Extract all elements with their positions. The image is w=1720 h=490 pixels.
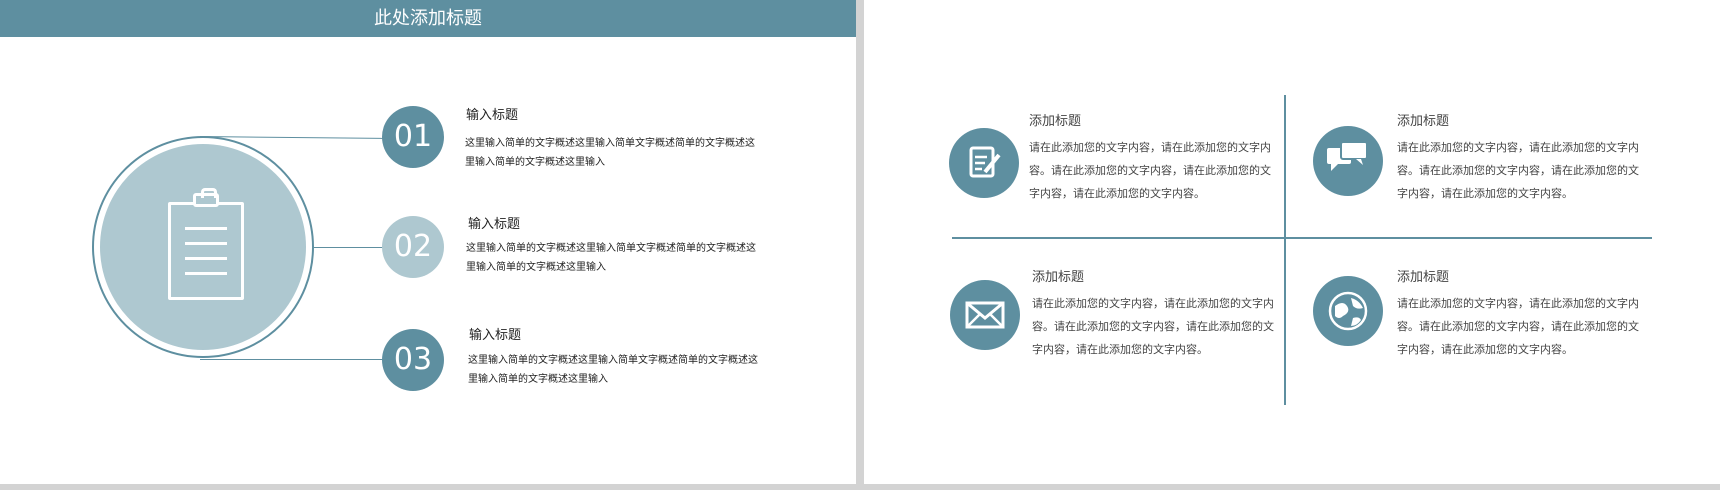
horizontal-divider [952,237,1652,239]
number-badge-02: 02 [382,216,444,278]
feature-desc-1: 请在此添加您的文字内容，请在此添加您的文字内容。请在此添加您的文字内容，请在此添… [1029,141,1271,200]
item-title-3: 输入标题 [469,328,522,343]
edit-document-icon [949,128,1019,198]
item-title-1: 输入标题 [466,108,519,123]
feature-desc-4: 请在此添加您的文字内容，请在此添加您的文字内容。请在此添加您的文字内容，请在此添… [1397,297,1639,356]
feature-desc-2: 请在此添加您的文字内容，请在此添加您的文字内容。请在此添加您的文字内容，请在此添… [1397,141,1639,200]
item-desc-1: 这里输入简单的文字概述这里输入简单文字概述简单的文字概述这里输入简单的文字概述这… [465,138,755,168]
item-desc-2: 这里输入简单的文字概述这里输入简单文字概述简单的文字概述这里输入简单的文字概述这… [466,243,756,273]
slide-right: 添加标题 请在此添加您的文字内容，请在此添加您的文字内容。请在此添加您的文字内容… [864,0,1720,484]
globe-icon [1313,276,1383,346]
item-title-2: 输入标题 [468,217,521,232]
clipboard-icon [168,202,244,300]
feature-title-3: 添加标题 [1032,270,1085,285]
item-desc-3: 这里输入简单的文字概述这里输入简单文字概述简单的文字概述这里输入简单的文字概述这… [468,355,758,385]
connector-line-3 [200,359,386,360]
feature-title-2: 添加标题 [1397,114,1450,129]
connector-line-2 [314,247,384,248]
envelope-icon [950,280,1020,350]
vertical-divider [1284,95,1286,405]
number-badge-03: 03 [382,329,444,391]
number-badge-01: 01 [382,106,444,168]
slide-title: 此处添加标题 [0,0,856,37]
chat-bubbles-icon [1313,126,1383,196]
clipboard-clip [193,188,219,207]
slide-left: 此处添加标题 01 输入标题 这里输入简单的文字概述这里输入简单文字概述简单的文… [0,0,856,484]
feature-title-4: 添加标题 [1397,270,1450,285]
feature-title-1: 添加标题 [1029,114,1082,129]
feature-desc-3: 请在此添加您的文字内容，请在此添加您的文字内容。请在此添加您的文字内容，请在此添… [1032,297,1274,356]
